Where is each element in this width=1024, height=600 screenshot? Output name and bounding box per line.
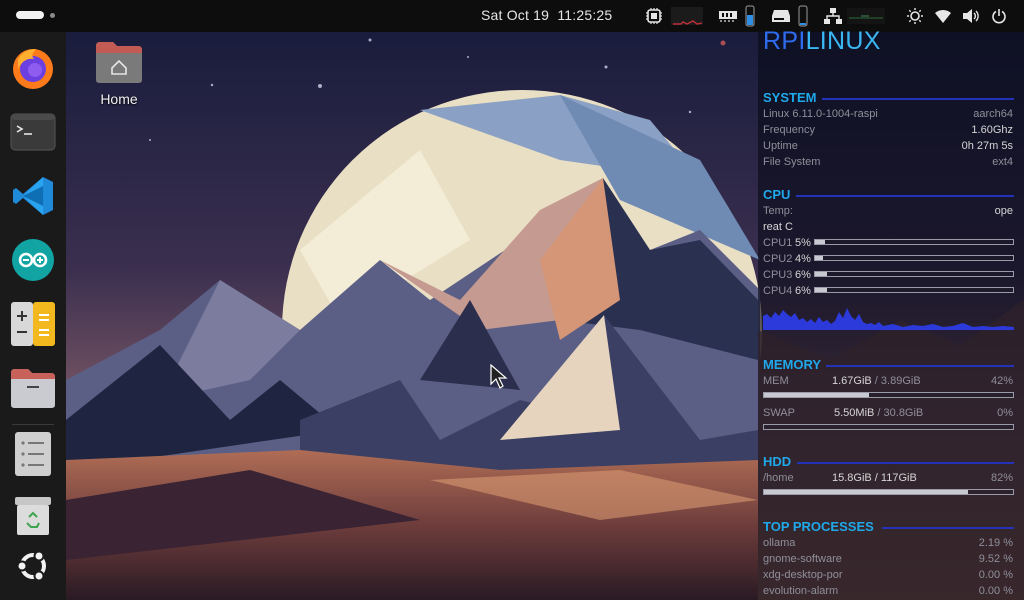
arduino-icon[interactable] <box>9 236 57 284</box>
wifi-icon[interactable] <box>933 6 953 26</box>
temp-unit-text: reat C <box>763 221 793 233</box>
cpu2-label: CPU2 <box>763 253 793 265</box>
power-icon[interactable] <box>989 6 1009 26</box>
memory-divider <box>826 365 1014 367</box>
system-divider <box>822 98 1014 100</box>
calculator-icon[interactable] <box>9 300 57 348</box>
show-apps-icon[interactable] <box>9 430 57 478</box>
cpu2-bar <box>814 255 1014 261</box>
activities-indicator[interactable] <box>16 11 55 20</box>
network-graph-icon[interactable] <box>846 6 886 26</box>
cpu-graph-icon[interactable] <box>670 6 704 26</box>
trash-icon[interactable] <box>9 492 57 540</box>
hdd-mount: /home <box>763 472 794 484</box>
process-name: gnome-software <box>763 553 842 565</box>
cpu4-bar <box>814 287 1014 293</box>
cpu1-label: CPU1 <box>763 237 793 249</box>
home-folder-label: Home <box>100 91 138 107</box>
cpu4-label: CPU4 <box>763 285 793 297</box>
filesystem-label: File System <box>763 156 821 168</box>
swap-percent: 0% <box>997 407 1013 419</box>
mouse-cursor-icon <box>490 364 508 389</box>
cpu3-label: CPU3 <box>763 269 793 281</box>
ubuntu-logo-icon[interactable] <box>9 542 57 590</box>
swap-bar <box>763 424 1014 430</box>
terminal-icon[interactable] <box>9 108 57 156</box>
mem-percent: 42% <box>990 375 1013 387</box>
hdd-usage: 15.8GiB / 117GiB <box>832 472 917 484</box>
dock-separator <box>12 424 54 425</box>
memory-icon[interactable] <box>717 6 739 26</box>
cpu1-bar <box>814 239 1014 245</box>
uptime-value: 0h 27m 5s <box>961 140 1013 152</box>
filesystem-value: ext4 <box>992 156 1013 168</box>
volume-icon[interactable] <box>961 6 981 26</box>
vscode-icon[interactable] <box>9 172 57 220</box>
memory-heading: MEMORY <box>763 357 822 372</box>
desktop-screen: Sat Oct 19 11:25:25 Home RPILINUX SYSTEM… <box>0 0 1024 600</box>
drive-icon[interactable] <box>770 6 792 26</box>
process-cpu: 0.00 % <box>978 585 1013 597</box>
network-tree-icon[interactable] <box>822 6 844 26</box>
workspace-dot[interactable] <box>50 13 55 18</box>
cpu-history-graph <box>763 308 1014 330</box>
temp-label: Temp: <box>763 205 793 217</box>
logo-rpi: RPI <box>763 27 806 55</box>
mem-usage: 1.67GiB / 3.89GiB <box>832 375 921 387</box>
cpu4-percent: 6% <box>795 285 811 297</box>
brightness-icon[interactable] <box>905 6 925 26</box>
frequency-value: 1.60Ghz <box>971 124 1013 136</box>
cpu3-bar <box>814 271 1014 277</box>
folder-home-icon <box>96 42 142 83</box>
mem-label: MEM <box>763 375 789 387</box>
top-processes-heading: TOP PROCESSES <box>763 519 874 534</box>
cpu2-percent: 4% <box>795 253 811 265</box>
clock[interactable]: Sat Oct 19 11:25:25 <box>481 7 612 23</box>
hdd-bar <box>763 489 1014 495</box>
firefox-icon[interactable] <box>9 44 57 92</box>
battery-icon[interactable] <box>743 5 757 27</box>
files-icon[interactable] <box>9 364 57 412</box>
swap-label: SWAP <box>763 407 795 419</box>
disk-activity-icon[interactable] <box>796 5 810 27</box>
cpu-chip-icon[interactable] <box>644 6 664 26</box>
cpu-heading: CPU <box>763 187 791 202</box>
system-heading: SYSTEM <box>763 90 817 105</box>
mem-total: / 3.89GiB <box>871 375 921 387</box>
temp-value: ope <box>994 205 1013 217</box>
process-name: ollama <box>763 537 796 549</box>
process-cpu: 9.52 % <box>978 553 1013 565</box>
logo-linux: LINUX <box>805 27 881 55</box>
uptime-label: Uptime <box>763 140 798 152</box>
swap-used: 5.50MiB <box>834 407 875 419</box>
cpu-divider <box>796 195 1014 197</box>
hdd-divider <box>797 462 1014 464</box>
process-cpu: 0.00 % <box>978 569 1013 581</box>
swap-usage: 5.50MiB / 30.8GiB <box>834 407 923 419</box>
frequency-label: Frequency <box>763 124 815 136</box>
kernel-version: Linux 6.11.0-1004-raspi <box>763 108 878 120</box>
top-processes-divider <box>882 527 1014 529</box>
mem-used: 1.67GiB <box>832 375 872 387</box>
cpu1-percent: 5% <box>795 237 811 249</box>
process-name: xdg-desktop-por <box>763 569 843 581</box>
mem-bar <box>763 392 1014 398</box>
arch-value: aarch64 <box>973 108 1013 120</box>
hdd-percent: 82% <box>990 472 1013 484</box>
process-cpu: 2.19 % <box>978 537 1013 549</box>
conky-logo: RPILINUX <box>763 27 881 56</box>
dock <box>0 32 66 600</box>
process-name: evolution-alarm <box>763 585 839 597</box>
hdd-heading: HDD <box>763 454 792 469</box>
swap-total: / 30.8GiB <box>874 407 924 419</box>
workspace-pill-active[interactable] <box>16 11 44 19</box>
cpu3-percent: 6% <box>795 269 811 281</box>
